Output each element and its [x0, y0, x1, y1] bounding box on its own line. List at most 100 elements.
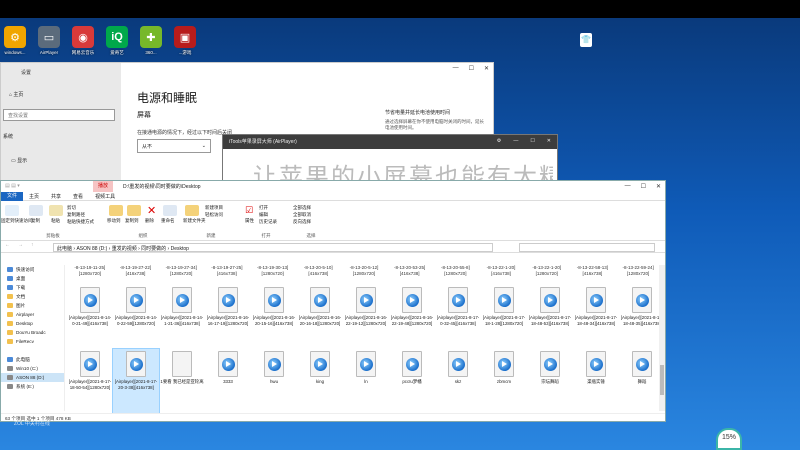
desktop-shortcut[interactable]: ◉ 网易云音乐 — [68, 26, 98, 56]
file-name[interactable]: -8-13-22-1-20][416x738] — [478, 265, 524, 277]
paste-icon[interactable] — [49, 205, 63, 216]
screen-timeout-select[interactable]: 从不 ⌄ — [137, 139, 211, 153]
file-name[interactable]: -8-13-22-59-24][1280x720] — [615, 265, 661, 277]
copy-path-button[interactable]: 复制路径 — [67, 212, 85, 218]
file-name[interactable]: -8-13-19-11-25][1280x720] — [67, 265, 113, 277]
history-button[interactable]: 历史记录 — [259, 219, 277, 225]
file-item[interactable]: [Airplayer][2021-8-16-16-17-19][1280x720… — [205, 285, 251, 349]
cut-button[interactable]: 剪切 — [67, 205, 76, 211]
minimize-icon[interactable]: — — [625, 183, 631, 190]
desktop-shortcut[interactable]: ▣ ...游戏 — [170, 26, 200, 56]
copy-to-button[interactable]: 复制到 — [125, 218, 139, 224]
open-button[interactable]: 打开 — [259, 205, 268, 211]
file-name[interactable]: -8-13-19-27-34][1280x720] — [158, 265, 204, 277]
minimize-icon[interactable]: — — [513, 138, 518, 144]
desktop-shortcut[interactable]: ✚ 360... — [136, 26, 166, 56]
nav-item[interactable]: 图片 — [1, 301, 64, 310]
nav-item[interactable]: ASON 88 (D:) — [1, 373, 64, 382]
desktop-shortcut[interactable]: ▭ AirPlayer — [34, 26, 64, 56]
easy-access-button[interactable]: 轻松访问 — [205, 212, 223, 218]
up-icon[interactable]: ↑ — [31, 242, 34, 248]
maximize-icon[interactable]: ☐ — [641, 183, 646, 190]
file-item[interactable]: hwu — [251, 349, 297, 413]
desktop-shortcut[interactable]: ⚙ windows... — [0, 26, 30, 56]
tshirt-icon[interactable]: 👕 — [580, 33, 592, 47]
rename-button[interactable]: 重命名 — [161, 218, 175, 224]
nav-item[interactable]: Desktop — [1, 319, 64, 328]
file-item[interactable]: [Airplayer][2021-8-16-22-19-48][1280x720… — [389, 285, 435, 349]
delete-button[interactable]: 删除 — [145, 218, 154, 224]
settings-search-input[interactable]: 查找设置 — [3, 109, 115, 121]
file-item[interactable]: zbmcm — [481, 349, 527, 413]
copy-button[interactable]: 复制 — [31, 218, 40, 224]
nav-item[interactable]: 系统 (E:) — [1, 382, 64, 391]
quick-access-toolbar[interactable]: ▤ ▤ ▾ — [5, 183, 20, 189]
properties-button[interactable]: 属性 — [245, 218, 254, 224]
file-name[interactable]: -8-13-19-30-13][1280x720] — [250, 265, 296, 277]
close-icon[interactable]: ✕ — [547, 138, 551, 144]
file-name[interactable]: -8-13-20-55-8][1280x720] — [433, 265, 479, 277]
cpu-meter[interactable]: 15% — [716, 428, 742, 450]
tab-share[interactable]: 共享 — [45, 193, 67, 200]
settings-display-item[interactable]: ▭ 显示 — [11, 157, 27, 164]
file-item[interactable]: [Airplayer][2021-8-16-20-15-16][416x738] — [251, 285, 297, 349]
copy-icon[interactable] — [29, 205, 43, 216]
file-name[interactable]: -8-13-20-53-25][416x738] — [387, 265, 433, 277]
file-name[interactable]: -8-13-19-27-25][416x738] — [204, 265, 250, 277]
nav-item[interactable]: Airplayer — [1, 310, 64, 319]
move-to-icon[interactable] — [109, 205, 123, 216]
edit-button[interactable]: 编辑 — [259, 212, 268, 218]
file-name[interactable]: -8-13-19-27-22][416x738] — [113, 265, 159, 277]
file-item[interactable]: 1要看 我已经是亚轮离 — [159, 349, 205, 413]
close-icon[interactable]: ✕ — [656, 183, 661, 190]
nav-item[interactable]: 下载 — [1, 283, 64, 292]
contextual-tab-play[interactable]: 播放 — [93, 181, 113, 192]
file-item[interactable]: 3333 — [205, 349, 251, 413]
file-item[interactable]: king — [297, 349, 343, 413]
nav-item[interactable]: 文档 — [1, 292, 64, 301]
close-icon[interactable]: ✕ — [484, 65, 489, 72]
nav-item[interactable]: 此电脑 — [1, 355, 64, 364]
file-item[interactable]: [Airplayer][2021-8-17-18-50-54][1280x720… — [67, 349, 113, 413]
file-item[interactable]: [Airplayer][2021-8-17-18-1-28][1280x720] — [481, 285, 527, 349]
rename-icon[interactable] — [163, 205, 177, 216]
file-item[interactable]: [Airplayer][2021-8-17-18-48-53][416x738] — [527, 285, 573, 349]
file-item[interactable]: [Airplayer][2021-8-17-18-48-34][416x738] — [573, 285, 619, 349]
file-item[interactable]: 宗坛舞蹈 — [527, 349, 573, 413]
tab-view[interactable]: 查看 — [67, 193, 89, 200]
settings-icon[interactable]: ⚙ — [497, 138, 501, 144]
file-name[interactable]: -8-13-22-58-13][416x738] — [570, 265, 616, 277]
nav-item[interactable]: DouYu Broadc — [1, 328, 64, 337]
paste-button[interactable]: 粘贴 — [51, 218, 60, 224]
file-item[interactable]: [Airplayer][2021-8-17-20-3-38][416x738] — [112, 348, 160, 414]
invert-selection-button[interactable]: 反向选择 — [293, 219, 311, 225]
nav-item[interactable]: 快速访问 — [1, 265, 64, 274]
tab-home[interactable]: 主页 — [23, 193, 45, 200]
maximize-icon[interactable]: ☐ — [530, 138, 534, 144]
minimize-icon[interactable]: — — [453, 65, 459, 72]
address-bar[interactable]: 此电脑 › ASON 88 (D:) › 重发的视频 › 同时要做的 › Des… — [53, 243, 493, 252]
file-item[interactable]: skz — [435, 349, 481, 413]
select-none-button[interactable]: 全部取消 — [293, 212, 311, 218]
paste-shortcut-button[interactable]: 粘贴快捷方式 — [67, 219, 94, 225]
copy-to-icon[interactable] — [127, 205, 141, 216]
new-folder-icon[interactable] — [185, 205, 199, 216]
file-item[interactable]: [Airplayer][2021-8-14-0-22-59][1280x720] — [113, 285, 159, 349]
file-item[interactable]: [Airplayer][2021-8-16-20-16-18][1280x720… — [297, 285, 343, 349]
file-item[interactable]: [Airplayer][2021-8-16-22-19-12][1280x720… — [343, 285, 389, 349]
pin-icon[interactable] — [5, 205, 19, 216]
file-item[interactable]: 渠瓶实锤 — [573, 349, 619, 413]
delete-icon[interactable]: ✕ — [147, 204, 156, 217]
pin-button[interactable]: 固定到快速访问 — [1, 218, 33, 224]
file-name[interactable]: -8-13-20-5-10][416x738] — [295, 265, 341, 277]
settings-home[interactable]: ⌂ 主页 — [9, 91, 23, 98]
tab-video-tools[interactable]: 视频工具 — [89, 193, 121, 200]
new-item-button[interactable]: 新建项目 — [205, 205, 223, 211]
properties-icon[interactable]: ☑ — [245, 205, 253, 216]
file-item[interactable]: [Airplayer][2021-8-17-0-32-45][416x738] — [435, 285, 481, 349]
new-folder-button[interactable]: 新建文件夹 — [183, 218, 206, 223]
file-item[interactable]: [Airplayer][2021-8-14-1-21-36][416x738] — [159, 285, 205, 349]
forward-icon[interactable]: → — [18, 242, 23, 248]
maximize-icon[interactable]: ☐ — [469, 65, 474, 72]
file-name[interactable]: -8-13-20-5-12][1280x720] — [341, 265, 387, 277]
